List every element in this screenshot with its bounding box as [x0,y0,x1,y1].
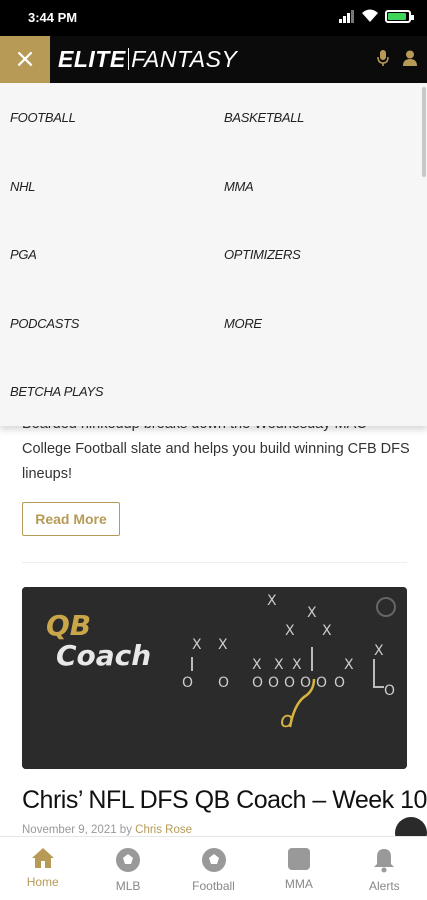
bottom-nav: Home MLB Football MMA Alerts [0,836,427,900]
menu-item-optimizers[interactable]: OPTIMIZERS [224,247,301,262]
menu-scrollbar[interactable] [422,87,426,177]
logo-fantasy: FANTASY [131,46,238,72]
svg-text:O: O [252,675,263,691]
microphone-icon[interactable] [377,50,389,66]
user-icon[interactable] [403,50,417,66]
wifi-icon [362,9,378,22]
nav-mlb[interactable]: MLB [85,837,170,900]
status-bar: 3:44 PM [0,0,427,36]
svg-text:O: O [284,675,295,691]
article-hero-image[interactable]: X X X X X X X X X X X O O O O O O O O O … [22,587,407,769]
menu-item-mma[interactable]: MMA [224,179,254,194]
home-icon [31,848,54,868]
sports-menu: FOOTBALL BASKETBALL NHL MMA PGA OPTIMIZE… [0,83,427,426]
svg-text:X: X [218,637,228,653]
logo[interactable]: ELITE FANTASY [58,46,237,73]
svg-text:X: X [252,657,262,673]
signal-icon [339,10,354,23]
read-more-button[interactable]: Read More [22,502,120,536]
bell-icon [374,849,395,873]
svg-text:X: X [267,593,277,609]
article-title[interactable]: Chris’ NFL DFS QB Coach – Week 10 [22,786,427,815]
svg-text:O: O [300,675,311,691]
svg-text:X: X [374,643,384,659]
svg-text:X: X [192,637,202,653]
menu-item-football[interactable]: FOOTBALL [10,110,76,125]
header-icons [377,50,417,66]
svg-text:X: X [292,657,302,673]
square-icon [287,848,310,870]
hero-text-coach: Coach [56,639,151,672]
svg-text:O: O [384,683,395,699]
svg-text:X: X [307,605,317,621]
svg-text:O: O [182,675,193,691]
svg-text:X: X [344,657,354,673]
status-icons [339,9,414,23]
logo-divider [127,48,130,70]
svg-text:o: o [280,708,293,733]
status-time: 3:44 PM [28,10,78,25]
nav-label-mma: MMA [284,877,313,891]
article-meta: November 9, 2021 by Chris Rose [22,824,192,836]
nav-home[interactable]: Home [0,837,85,900]
menu-item-pga[interactable]: PGA [10,247,37,262]
nav-alerts[interactable]: Alerts [342,837,427,900]
nav-football[interactable]: Football [171,837,256,900]
logo-elite: ELITE [58,46,126,72]
menu-item-nhl[interactable]: NHL [10,179,35,194]
chalkboard-graphic: X X X X X X X X X X X O O O O O O O O O … [22,587,407,769]
menu-item-basketball[interactable]: BASKETBALL [224,110,304,125]
svg-text:X: X [285,623,295,639]
battery-icon [385,9,414,23]
nav-mma[interactable]: MMA [256,837,341,900]
article-author[interactable]: Chris Rose [135,824,192,836]
divider [22,562,407,563]
svg-text:O: O [218,675,229,691]
article-date: November 9, 2021 by [22,824,132,836]
nav-label-football: Football [192,879,235,893]
menu-item-more[interactable]: MORE [224,316,262,331]
svg-text:O: O [268,675,279,691]
soccer-ball-icon [201,848,226,872]
nav-label-home: Home [26,875,59,889]
app-header: × ELITE FANTASY [0,36,427,83]
soccer-ball-icon [116,848,141,872]
nav-label-mlb: MLB [115,879,141,893]
nav-label-alerts: Alerts [368,879,400,893]
svg-text:X: X [274,657,284,673]
svg-text:X: X [322,623,332,639]
svg-text:O: O [316,675,327,691]
menu-item-betcha-plays[interactable]: BETCHA PLAYS [10,384,104,399]
hero-text-qb: QB [46,609,91,642]
close-menu-button[interactable]: × [0,36,50,83]
menu-item-podcasts[interactable]: PODCASTS [10,316,79,331]
svg-text:O: O [334,675,345,691]
